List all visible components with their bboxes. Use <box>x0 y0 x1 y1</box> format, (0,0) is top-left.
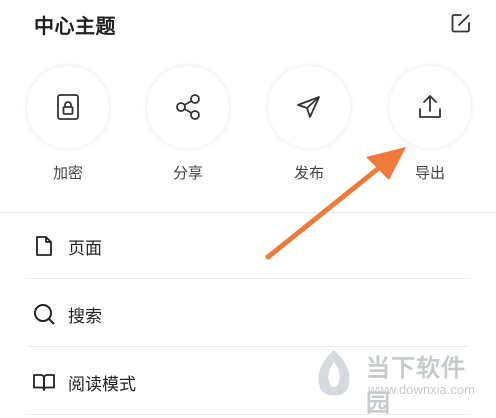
panel-title: 中心主题 <box>34 14 116 38</box>
menu-item-page[interactable]: 页面 <box>28 213 468 279</box>
export-button[interactable]: 导出 <box>382 62 478 192</box>
search-icon <box>34 304 55 325</box>
encrypt-button-circle <box>27 66 109 148</box>
share-button[interactable]: 分享 <box>140 62 236 192</box>
menu-item-label: 页面 <box>68 239 102 259</box>
mindmap-topic-panel: 中心主题 加密 分享 发布 导出 页面 搜索 阅读模式 当下软件园 www.do… <box>0 0 496 418</box>
share-button-circle <box>147 66 229 148</box>
send-icon <box>297 96 320 118</box>
export-button-circle <box>389 66 471 148</box>
panel-header: 中心主题 <box>0 0 496 48</box>
share-icon <box>176 94 200 120</box>
edit-button[interactable] <box>450 12 472 34</box>
book-icon <box>33 374 55 391</box>
menu-divider <box>28 346 468 347</box>
encrypt-label: 加密 <box>52 164 83 182</box>
export-icon <box>419 95 441 118</box>
export-label: 导出 <box>414 164 445 182</box>
action-row: 加密 分享 发布 导出 <box>0 62 496 192</box>
edit-icon <box>451 14 470 33</box>
publish-label: 发布 <box>293 164 324 182</box>
menu-item-label: 搜索 <box>68 307 102 327</box>
menu-divider <box>28 414 468 415</box>
menu-divider <box>28 278 468 279</box>
publish-button-circle <box>268 66 350 148</box>
menu-item-search[interactable]: 搜索 <box>28 281 468 347</box>
menu-item-label: 阅读模式 <box>68 375 136 395</box>
lock-icon <box>57 94 79 120</box>
publish-button[interactable]: 发布 <box>261 62 357 192</box>
share-label: 分享 <box>172 164 203 182</box>
page-icon <box>36 236 52 256</box>
encrypt-button[interactable]: 加密 <box>20 62 116 192</box>
menu-item-reading-mode[interactable]: 阅读模式 <box>28 349 468 415</box>
